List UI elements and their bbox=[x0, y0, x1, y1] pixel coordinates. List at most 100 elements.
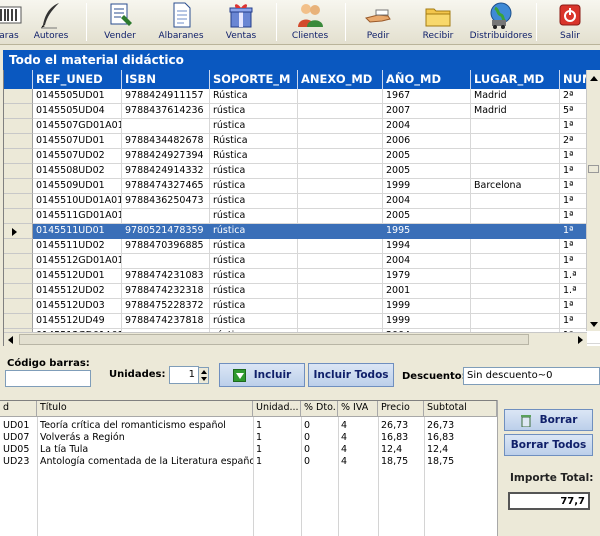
cell-isbn[interactable]: 9788424911157 bbox=[122, 89, 210, 104]
grid-row[interactable]: 0145511UD02 9788470396885 rústica 1994 1ª bbox=[4, 239, 600, 254]
scroll-thumb[interactable] bbox=[19, 334, 529, 345]
cell-soporte[interactable]: rústica bbox=[210, 299, 298, 314]
cell-lugar[interactable] bbox=[471, 239, 560, 254]
cell-anio[interactable]: 2001 bbox=[383, 284, 471, 299]
cell-isbn[interactable]: 9788434482678 bbox=[122, 134, 210, 149]
cell-anexo[interactable] bbox=[298, 104, 383, 119]
cell-lugar[interactable] bbox=[471, 299, 560, 314]
cell-ref-uned[interactable]: 0145512UD49 bbox=[33, 314, 122, 329]
grid-row[interactable]: 0145507GD01A01 rústica 2004 1ª bbox=[4, 119, 600, 134]
row-selector[interactable] bbox=[4, 299, 33, 314]
cell-anexo[interactable] bbox=[298, 299, 383, 314]
cart-row[interactable]: UD01 Teoría crítica del romanticismo espa… bbox=[0, 420, 497, 432]
scroll-down-icon[interactable] bbox=[590, 322, 598, 327]
cell-isbn[interactable]: 9788470396885 bbox=[122, 239, 210, 254]
cart-column-title[interactable]: Título bbox=[37, 401, 253, 417]
cell-isbn[interactable]: 9788474232318 bbox=[122, 284, 210, 299]
cell-soporte[interactable]: rústica bbox=[210, 284, 298, 299]
cell-anio[interactable]: 1999 bbox=[383, 179, 471, 194]
row-selector[interactable] bbox=[4, 119, 33, 134]
toolbar-button-salir[interactable]: Salir bbox=[550, 0, 590, 44]
cell-anexo[interactable] bbox=[298, 149, 383, 164]
cell-soporte[interactable]: rústica bbox=[210, 239, 298, 254]
cell-isbn[interactable]: 9788474231083 bbox=[122, 269, 210, 284]
grid-row[interactable]: 0145508UD02 9788424914332 rústica 2005 1ª bbox=[4, 164, 600, 179]
toolbar-button-albaranes[interactable]: Albaranes bbox=[156, 0, 206, 44]
cart-column-vat[interactable]: % IVA bbox=[338, 401, 378, 417]
cell-anio[interactable]: 2007 bbox=[383, 104, 471, 119]
cell-ref-uned[interactable]: 0145512UD02 bbox=[33, 284, 122, 299]
cart-row[interactable]: UD23 Antología comentada de la Literatura… bbox=[0, 456, 497, 468]
cart-column-units[interactable]: Unidad... bbox=[253, 401, 301, 417]
row-selector[interactable] bbox=[4, 134, 33, 149]
grid-row[interactable]: 0145512GD01A01 rústica 2004 1ª bbox=[4, 254, 600, 269]
row-selector[interactable] bbox=[4, 239, 33, 254]
cell-ref-uned[interactable]: 0145507GD01A01 bbox=[33, 119, 122, 134]
column-header-lugar[interactable]: LUGAR_MD bbox=[471, 70, 560, 89]
cell-lugar[interactable] bbox=[471, 119, 560, 134]
cell-anexo[interactable] bbox=[298, 284, 383, 299]
cell-ref-uned[interactable]: 0145511UD02 bbox=[33, 239, 122, 254]
cell-isbn[interactable]: 9788436250473 bbox=[122, 194, 210, 209]
cart-column-subtotal[interactable]: Subtotal bbox=[424, 401, 497, 417]
grid-row[interactable]: 0145505UD01 9788424911157 Rústica 1967 Madri… bbox=[4, 89, 600, 104]
cell-anexo[interactable] bbox=[298, 134, 383, 149]
toolbar-button-autores[interactable]: Autores bbox=[26, 0, 76, 44]
include-button[interactable]: Incluir bbox=[219, 363, 305, 387]
row-selector[interactable] bbox=[4, 179, 33, 194]
cell-soporte[interactable]: Rústica bbox=[210, 89, 298, 104]
cell-isbn[interactable] bbox=[122, 119, 210, 134]
cart-column-discount[interactable]: % Dto. bbox=[301, 401, 338, 417]
cell-soporte[interactable]: rústica bbox=[210, 119, 298, 134]
cell-soporte[interactable]: Rústica bbox=[210, 149, 298, 164]
barcode-input[interactable] bbox=[5, 370, 91, 387]
cell-soporte[interactable]: rústica bbox=[210, 314, 298, 329]
column-header-anio[interactable]: AÑO_MD bbox=[383, 70, 471, 89]
cell-soporte[interactable]: rústica bbox=[210, 179, 298, 194]
cell-anexo[interactable] bbox=[298, 314, 383, 329]
cell-lugar[interactable] bbox=[471, 269, 560, 284]
grid-row[interactable]: 0145511GD01A01 rústica 2005 1ª bbox=[4, 209, 600, 224]
toolbar-button-ventas[interactable]: Ventas bbox=[216, 0, 266, 44]
cell-anio[interactable]: 2004 bbox=[383, 119, 471, 134]
cell-isbn[interactable] bbox=[122, 254, 210, 269]
cell-soporte[interactable]: rústica bbox=[210, 194, 298, 209]
toolbar-button-pedir[interactable]: Pedir bbox=[354, 0, 402, 44]
scroll-up-icon[interactable] bbox=[590, 76, 598, 81]
cell-ref-uned[interactable]: 0145512UD03 bbox=[33, 299, 122, 314]
cell-anio[interactable]: 2005 bbox=[383, 149, 471, 164]
cell-lugar[interactable] bbox=[471, 194, 560, 209]
cell-anexo[interactable] bbox=[298, 254, 383, 269]
cell-soporte[interactable]: rústica bbox=[210, 209, 298, 224]
row-selector[interactable] bbox=[4, 164, 33, 179]
row-selector[interactable] bbox=[4, 254, 33, 269]
cell-anexo[interactable] bbox=[298, 164, 383, 179]
delete-button[interactable]: Borrar bbox=[504, 409, 593, 431]
grid-row[interactable]: 0145512UD01 9788474231083 rústica 1979 1.ª bbox=[4, 269, 600, 284]
cell-ref-uned[interactable]: 0145511GD01A01 bbox=[33, 209, 122, 224]
grid-row[interactable]: 0145511UD01 9780521478359 rústica 1995 1ª bbox=[4, 224, 600, 239]
cell-isbn[interactable]: 9788424914332 bbox=[122, 164, 210, 179]
cell-anexo[interactable] bbox=[298, 209, 383, 224]
cell-anio[interactable]: 1979 bbox=[383, 269, 471, 284]
cell-anio[interactable]: 2004 bbox=[383, 254, 471, 269]
cell-lugar[interactable] bbox=[471, 134, 560, 149]
grid-row[interactable]: 0145509UD01 9788474327465 rústica 1999 Barce… bbox=[4, 179, 600, 194]
cell-anio[interactable]: 2005 bbox=[383, 164, 471, 179]
cell-anexo[interactable] bbox=[298, 239, 383, 254]
cell-lugar[interactable] bbox=[471, 149, 560, 164]
row-selector[interactable] bbox=[4, 224, 33, 239]
row-selector[interactable] bbox=[4, 209, 33, 224]
cell-ref-uned[interactable]: 0145507UD02 bbox=[33, 149, 122, 164]
cell-soporte[interactable]: rústica bbox=[210, 254, 298, 269]
toolbar-button-barcodes[interactable]: aras bbox=[0, 0, 26, 44]
scroll-left-icon[interactable] bbox=[8, 336, 13, 344]
row-selector[interactable] bbox=[4, 149, 33, 164]
units-input[interactable]: 1 bbox=[169, 366, 199, 384]
cell-ref-uned[interactable]: 0145505UD04 bbox=[33, 104, 122, 119]
grid-row[interactable]: 0145507UD01 9788434482678 Rústica 2006 2ª bbox=[4, 134, 600, 149]
cart-column-price[interactable]: Precio bbox=[378, 401, 424, 417]
cell-isbn[interactable]: 9788424927394 bbox=[122, 149, 210, 164]
row-selector[interactable] bbox=[4, 269, 33, 284]
cell-anio[interactable]: 1994 bbox=[383, 239, 471, 254]
